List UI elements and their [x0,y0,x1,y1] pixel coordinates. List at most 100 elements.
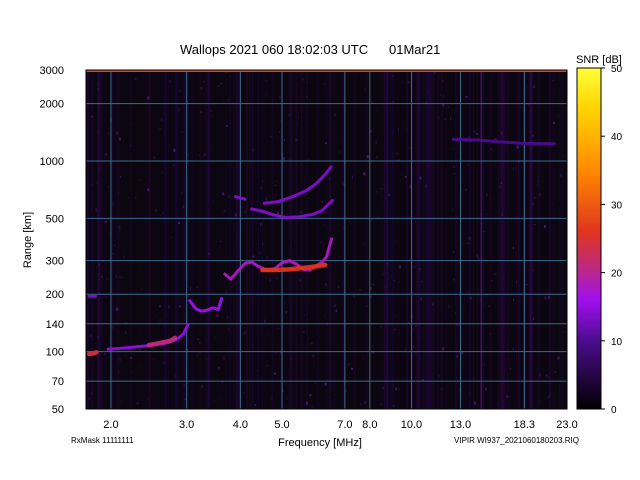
noise-speckle [215,240,218,242]
noise-column [436,70,439,409]
noise-speckle [170,237,173,239]
noise-speckle [268,333,270,337]
noise-speckle [501,212,504,216]
noise-speckle [154,208,157,212]
noise-speckle [286,396,289,400]
noise-column [446,70,448,409]
noise-speckle [425,184,428,188]
noise-speckle [476,254,479,258]
noise-speckle [464,189,467,191]
noise-speckle [112,325,114,329]
noise-speckle [243,331,246,335]
y-tick-label: 2000 [40,99,64,111]
noise-speckle [383,184,385,186]
noise-column [381,70,382,409]
noise-speckle [275,180,278,182]
noise-speckle [486,213,489,215]
noise-speckle [210,145,212,147]
noise-speckle [295,139,297,143]
noise-column [517,70,520,409]
noise-speckle [392,100,394,103]
noise-speckle [278,96,281,99]
noise-speckle [299,278,302,282]
noise-speckle [412,211,414,213]
noise-speckle [106,278,108,281]
noise-speckle [391,75,394,77]
noise-speckle [188,95,190,97]
noise-column [192,70,194,409]
noise-speckle [490,332,492,335]
noise-speckle [376,156,378,159]
noise-speckle [286,406,288,408]
noise-speckle [334,304,336,307]
noise-speckle [216,314,219,318]
noise-speckle [161,170,163,174]
noise-speckle [196,303,197,305]
noise-speckle [468,277,470,278]
noise-speckle [406,129,409,131]
noise-speckle [178,90,181,92]
y-tick-label: 3000 [40,65,64,77]
noise-column [439,70,441,409]
noise-speckle [371,218,373,222]
noise-speckle [558,388,561,390]
noise-column [383,70,386,409]
noise-speckle [452,251,455,254]
noise-speckle [179,305,181,308]
noise-speckle [341,180,343,184]
noise-speckle [116,307,119,311]
noise-speckle [111,253,114,255]
noise-speckle [279,131,280,133]
noise-speckle [133,149,136,151]
noise-speckle [347,343,349,345]
noise-column [163,70,165,409]
noise-speckle [252,345,253,348]
noise-speckle [173,149,176,152]
noise-speckle [214,400,216,402]
noise-speckle [91,183,93,186]
noise-speckle [394,240,397,243]
noise-column [391,70,394,409]
noise-speckle [104,152,107,156]
noise-column [365,70,368,409]
noise-speckle [483,305,485,307]
noise-speckle [348,239,350,242]
noise-speckle [208,252,210,256]
noise-column [441,70,443,409]
noise-speckle [118,191,120,194]
x-tick-label: 4.0 [233,419,248,431]
noise-speckle [392,404,395,407]
noise-column [326,70,328,409]
noise-column [295,70,297,409]
noise-speckle [537,180,539,183]
noise-speckle [279,120,282,122]
noise-speckle [159,319,162,322]
noise-speckle [452,209,454,212]
noise-speckle [329,178,331,181]
noise-speckle [468,236,471,240]
noise-speckle [520,106,523,108]
noise-speckle [393,329,396,330]
noise-speckle [178,222,180,224]
noise-speckle [290,357,292,361]
noise-speckle [539,193,541,196]
noise-speckle [156,316,158,318]
noise-column [103,70,105,409]
noise-speckle [380,366,382,368]
noise-speckle [265,80,267,82]
noise-column [333,70,336,409]
noise-speckle [222,356,225,360]
y-tick-label: 200 [46,289,64,301]
noise-speckle [379,402,382,406]
noise-speckle [252,255,255,258]
noise-speckle [88,397,91,401]
noise-speckle [413,327,415,331]
noise-column [102,70,103,409]
noise-speckle [519,402,521,406]
x-tick-label: 13.0 [450,419,471,431]
noise-speckle [172,164,175,167]
noise-column [97,70,100,409]
noise-column [256,70,258,409]
noise-speckle [302,330,305,333]
noise-speckle [419,106,422,108]
